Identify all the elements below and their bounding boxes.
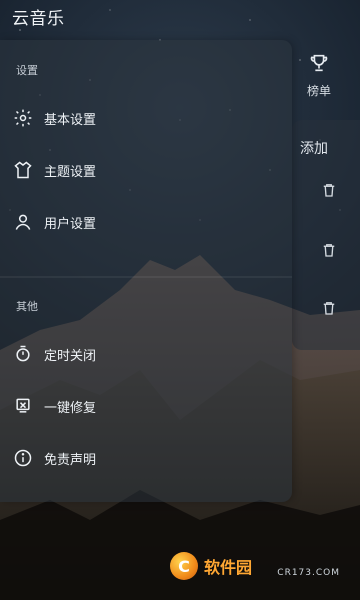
watermark: C 软件园 CR173.COM xyxy=(170,552,340,580)
shirt-icon xyxy=(12,159,34,181)
menu-item-label: 免责声明 xyxy=(44,452,97,468)
menu-item-basic-settings[interactable]: 基本设置 xyxy=(0,98,292,138)
ranking-tab[interactable]: 榜单 xyxy=(296,52,342,99)
trophy-icon xyxy=(296,52,342,74)
menu-item-label: 用户设置 xyxy=(44,216,97,232)
section-title-other: 其他 xyxy=(16,300,38,313)
info-icon xyxy=(12,447,34,469)
trash-icon[interactable] xyxy=(320,180,338,200)
gear-icon xyxy=(12,107,34,129)
menu-item-sleep-timer[interactable]: 定时关闭 xyxy=(0,334,292,374)
menu-item-label: 基本设置 xyxy=(44,112,97,128)
menu-item-label: 主题设置 xyxy=(44,164,97,180)
menu-item-theme-settings[interactable]: 主题设置 xyxy=(0,150,292,190)
trash-icon[interactable] xyxy=(320,240,338,260)
menu-item-user-settings[interactable]: 用户设置 xyxy=(0,202,292,242)
app-title: 云音乐 xyxy=(12,9,65,29)
menu-item-disclaimer[interactable]: 免责声明 xyxy=(0,438,292,478)
watermark-logo: C xyxy=(170,552,198,580)
repair-icon xyxy=(12,395,34,417)
add-label[interactable]: 添加 xyxy=(300,138,328,158)
menu-item-one-click-repair[interactable]: 一键修复 xyxy=(0,386,292,426)
watermark-text: 软件园 xyxy=(204,558,253,577)
navigation-drawer: 设置 基本设置 主题设置 用户设置 其他 定时关闭 一键修复 免责声明 xyxy=(0,40,292,502)
section-title-settings: 设置 xyxy=(16,64,38,77)
user-icon xyxy=(12,211,34,233)
trash-icon[interactable] xyxy=(320,298,338,318)
ranking-tab-label: 榜单 xyxy=(306,84,331,98)
section-divider xyxy=(0,276,292,278)
timer-icon xyxy=(12,343,34,365)
watermark-site: CR173.COM xyxy=(277,568,340,578)
menu-item-label: 定时关闭 xyxy=(44,348,97,364)
menu-item-label: 一键修复 xyxy=(44,400,97,416)
